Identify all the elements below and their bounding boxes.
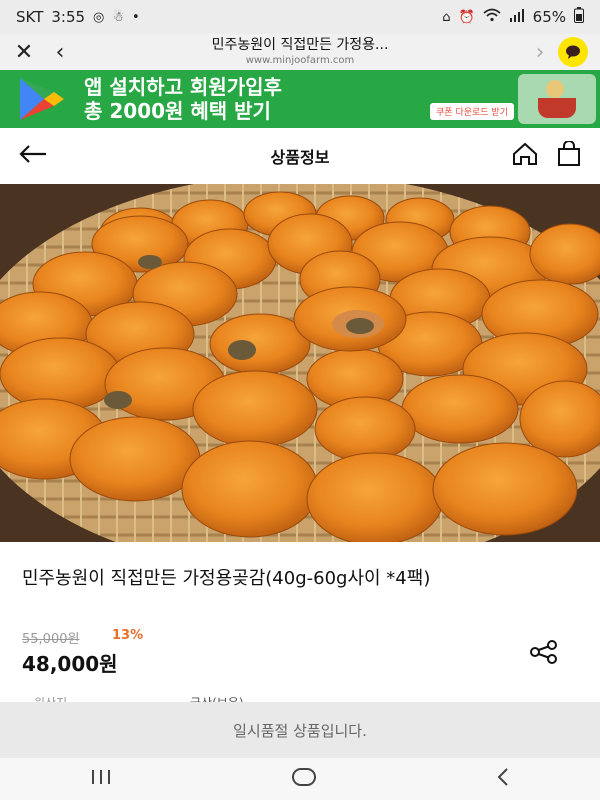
alarm-icon: ⏰ — [458, 9, 475, 25]
sale-price: 48,000원 — [22, 652, 118, 676]
chevron-left-icon[interactable]: ‹ — [42, 34, 78, 70]
time-label: 3:55 — [51, 8, 86, 26]
page-title: 민주농원이 직접만든 가정용... — [211, 36, 389, 53]
coupon-download-button[interactable]: 쿠폰 다운로드 받기 — [430, 103, 514, 120]
wifi-icon — [483, 8, 501, 26]
shopping-bag-icon[interactable] — [556, 140, 582, 171]
status-bar: SKT 3:55 ◎ ☃ • ⌂ ⏰ 65% — [0, 0, 600, 34]
browser-title-area: 민주농원이 직접만든 가정용... www.minjoofarm.com — [78, 36, 522, 67]
media-icon: ◎ — [93, 9, 105, 25]
product-image — [0, 184, 600, 542]
sold-out-bar: 일시품절 상품입니다. — [0, 702, 600, 758]
home-icon[interactable] — [512, 142, 538, 170]
chevron-right-icon[interactable]: › — [522, 34, 558, 70]
battery-icon — [574, 7, 584, 27]
recent-apps-icon[interactable] — [90, 767, 112, 791]
banner-line-1: 앱 설치하고 회원가입후 — [84, 75, 282, 99]
share-icon[interactable] — [528, 640, 560, 664]
back-icon[interactable] — [496, 767, 510, 792]
signal-icon — [509, 8, 525, 26]
google-play-icon — [0, 70, 80, 128]
page-url: www.minjoofarm.com — [245, 55, 355, 67]
banner-text: 앱 설치하고 회원가입후 총 2000원 혜택 받기 — [84, 75, 282, 123]
banner-illustration — [518, 74, 596, 124]
notification-icon: ☃ — [112, 9, 125, 25]
sold-out-text: 일시품절 상품입니다. — [233, 721, 367, 740]
kakaotalk-icon[interactable] — [558, 37, 588, 67]
battery-label: 65% — [532, 8, 566, 26]
persimmon-illustration — [0, 184, 600, 542]
system-nav-bar — [0, 758, 600, 800]
carrier-label: SKT — [16, 8, 44, 26]
close-icon[interactable]: ✕ — [6, 34, 42, 70]
original-price: 55,000원 — [22, 632, 80, 647]
product-name: 민주농원이 직접만든 가정용곶감(40g-60g사이 *4팩) — [22, 568, 431, 589]
discount-rate: 13% — [112, 628, 144, 643]
app-install-banner[interactable]: 앱 설치하고 회원가입후 총 2000원 혜택 받기 쿠폰 다운로드 받기 — [0, 70, 600, 128]
dot-icon: • — [132, 9, 140, 25]
home-status-icon: ⌂ — [442, 9, 451, 25]
arrow-left-icon[interactable] — [18, 144, 48, 168]
app-header: 상품정보 — [0, 128, 600, 184]
home-circle-icon[interactable] — [291, 767, 317, 792]
banner-line-2: 총 2000원 혜택 받기 — [84, 99, 271, 123]
browser-bar: ✕ ‹ 민주농원이 직접만든 가정용... www.minjoofarm.com… — [0, 34, 600, 70]
header-title: 상품정보 — [270, 148, 330, 167]
